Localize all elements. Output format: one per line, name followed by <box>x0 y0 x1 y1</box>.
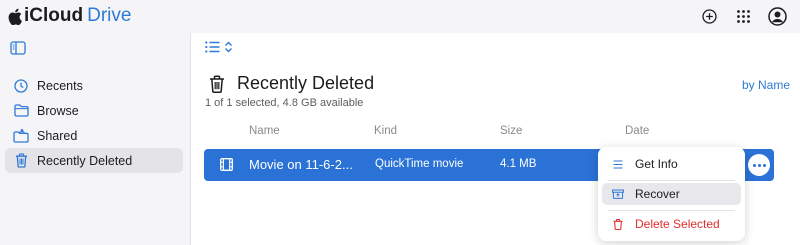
menu-item-get-info[interactable]: Get Info <box>602 153 741 175</box>
sidebar: Recents Browse Shared Recently Deleted <box>0 33 191 245</box>
file-kind: QuickTime movie <box>375 158 464 170</box>
film-icon <box>220 158 233 171</box>
sidebar-item-label: Browse <box>37 103 79 118</box>
trash-icon <box>210 74 224 93</box>
app-grid-icon[interactable] <box>732 5 754 27</box>
brand-icloud-text: iCloud <box>24 5 84 26</box>
add-circle-icon[interactable] <box>698 5 720 27</box>
context-menu: Get Info Recover Delete Selected <box>598 147 745 241</box>
list-view-sort-button[interactable] <box>205 41 233 53</box>
sidebar-item-recently-deleted[interactable]: Recently Deleted <box>5 148 183 173</box>
column-header-name[interactable]: Name <box>249 125 280 137</box>
sidebar-item-label: Recents <box>37 78 83 93</box>
column-header-date[interactable]: Date <box>625 125 649 137</box>
more-options-button[interactable] <box>748 154 770 176</box>
ellipsis-dot <box>757 163 761 167</box>
top-bar-actions <box>686 5 788 27</box>
top-bar: iCloud Drive <box>0 0 800 33</box>
ellipsis-dot <box>752 163 756 167</box>
sidebar-item-label: Recently Deleted <box>37 153 133 168</box>
menu-item-label: Get Info <box>635 157 678 171</box>
page-header: Recently Deleted <box>209 73 374 94</box>
trash-icon <box>612 218 624 230</box>
file-size: 4.1 MB <box>500 158 537 170</box>
selection-status: 1 of 1 selected, 4.8 GB available <box>205 97 364 109</box>
ellipsis-dot <box>762 163 766 167</box>
sidebar-item-label: Shared <box>37 128 78 143</box>
sidebar-nav: Recents Browse Shared Recently Deleted <box>5 73 183 173</box>
menu-divider <box>608 180 735 181</box>
brand-drive-text: Drive <box>87 5 132 26</box>
sidebar-item-browse[interactable]: Browse <box>5 98 183 123</box>
trash-icon <box>13 153 29 169</box>
column-header-kind[interactable]: Kind <box>374 125 397 137</box>
recover-tray-icon <box>612 188 624 200</box>
list-view-icon <box>205 41 220 53</box>
menu-divider <box>608 210 735 211</box>
sort-by-name-button[interactable]: by Name <box>742 78 790 92</box>
chevron-up-down-icon <box>225 41 232 53</box>
main-content: Recently Deleted 1 of 1 selected, 4.8 GB… <box>192 33 800 245</box>
menu-item-label: Recover <box>635 187 680 201</box>
sidebar-item-shared[interactable]: Shared <box>5 123 183 148</box>
clock-icon <box>13 78 29 94</box>
column-header-size[interactable]: Size <box>500 125 522 137</box>
folder-icon <box>13 103 29 119</box>
file-name: Movie on 11-6-2... <box>249 157 353 172</box>
account-icon[interactable] <box>766 5 788 27</box>
menu-item-recover[interactable]: Recover <box>602 183 741 205</box>
menu-item-delete-selected[interactable]: Delete Selected <box>602 213 741 235</box>
icloud-drive-logo[interactable]: iCloud Drive <box>8 5 131 27</box>
menu-item-label: Delete Selected <box>635 217 720 231</box>
info-list-icon <box>612 158 624 170</box>
shared-folder-icon <box>13 128 29 144</box>
apple-logo-icon <box>8 8 22 25</box>
sidebar-toggle-icon[interactable] <box>10 41 26 55</box>
sidebar-item-recents[interactable]: Recents <box>5 73 183 98</box>
page-title: Recently Deleted <box>237 73 375 93</box>
